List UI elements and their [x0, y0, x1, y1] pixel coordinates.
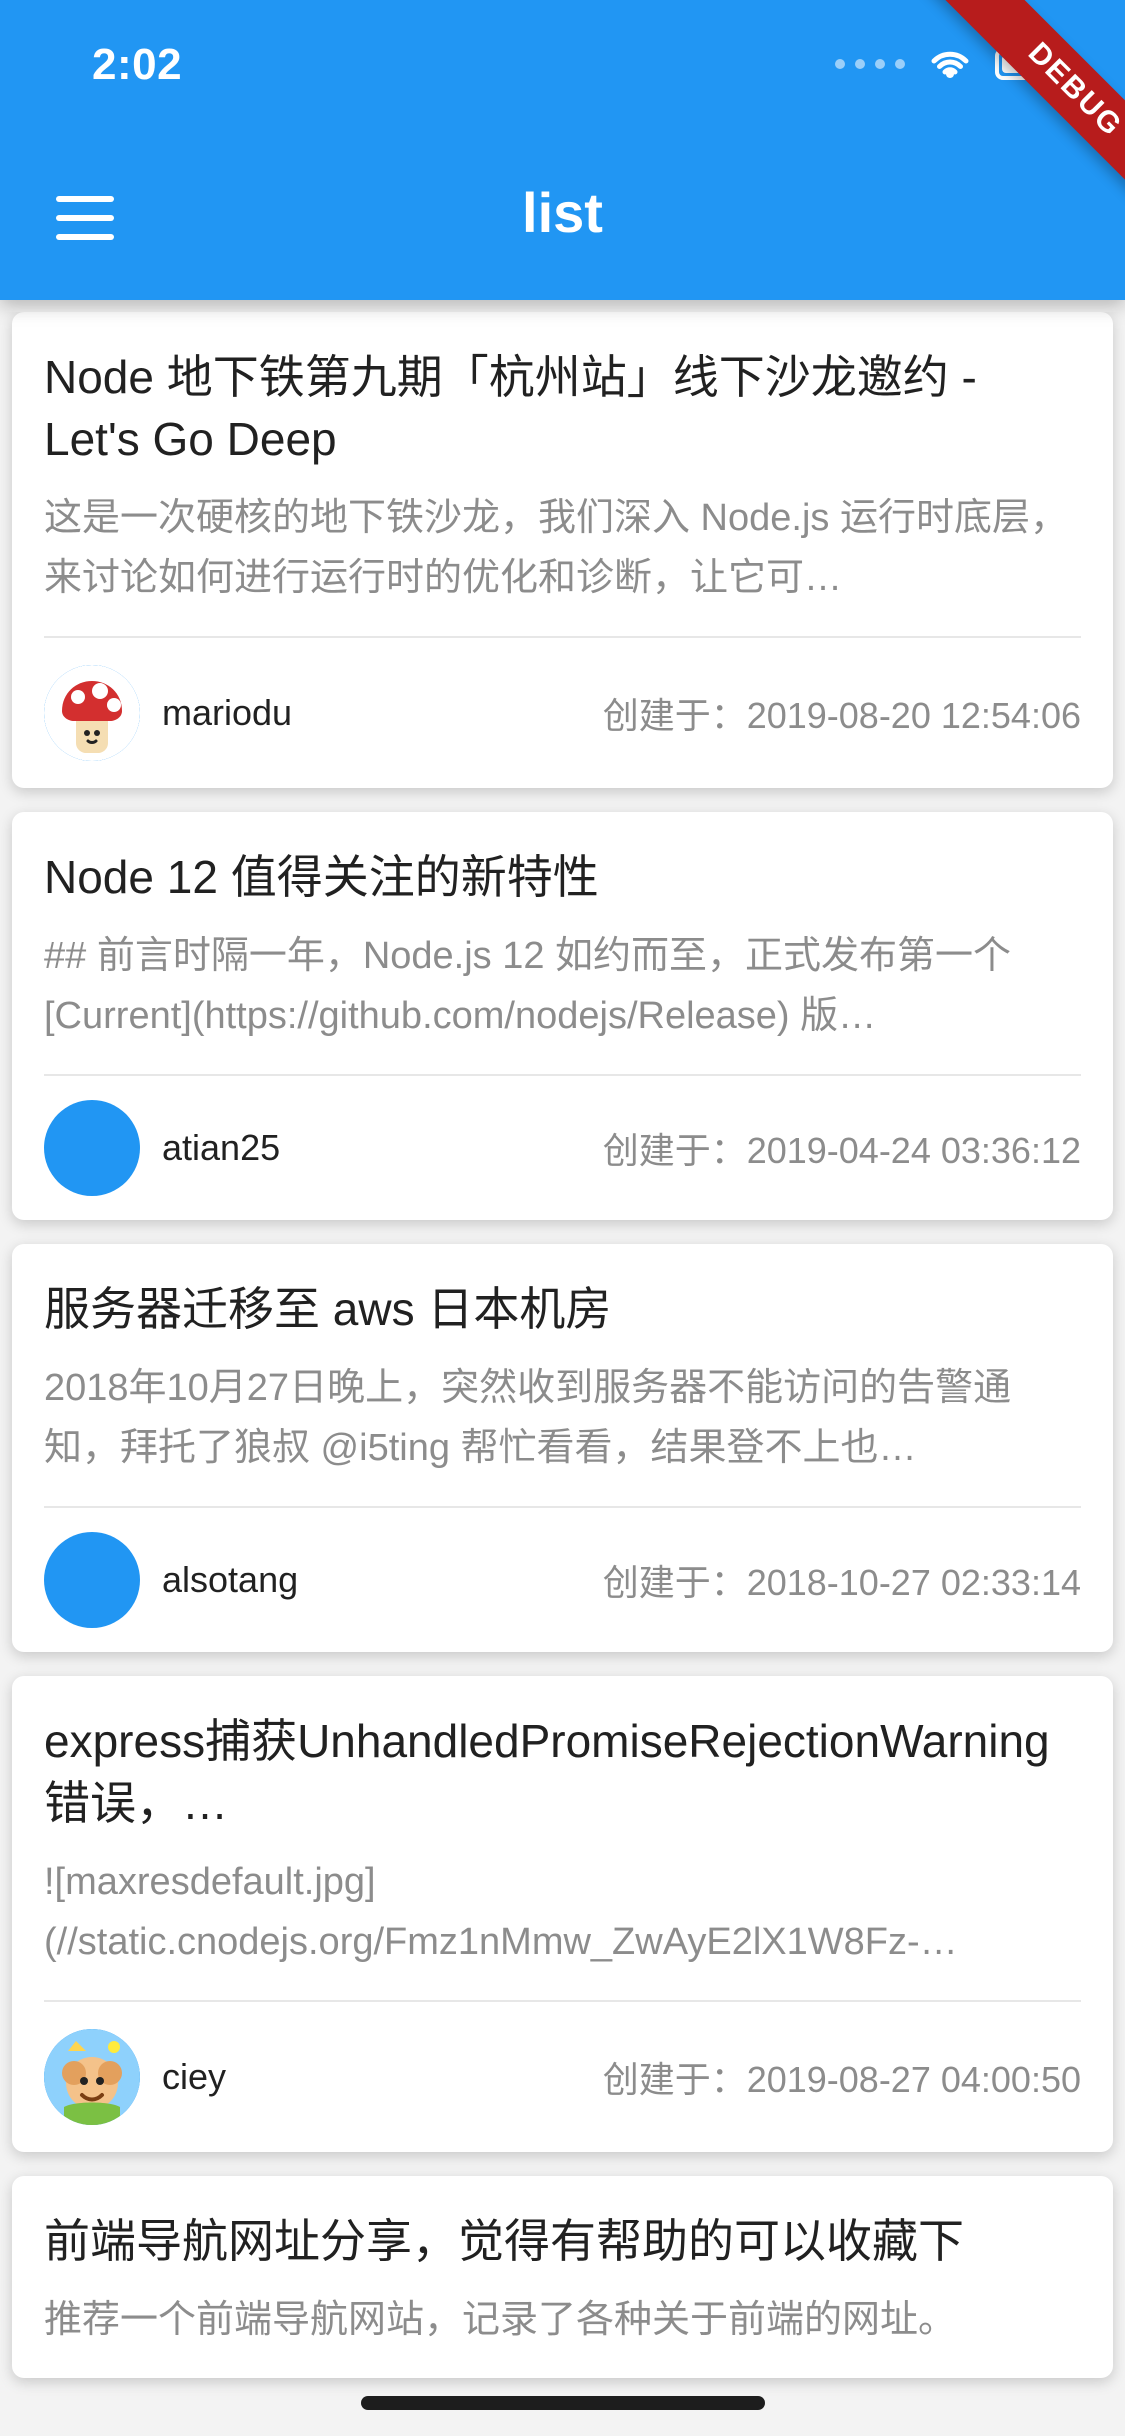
topic-card[interactable]: Node 12 值得关注的新特性 ## 前言时隔一年，Node.js 12 如约… — [12, 812, 1113, 1220]
topic-excerpt: ## 前言时隔一年，Node.js 12 如约而至，正式发布第一个 [Curre… — [44, 935, 1012, 1037]
home-indicator[interactable] — [360, 2396, 765, 2410]
topic-card[interactable]: Node 地下铁第九期「杭州站」线下沙龙邀约 - Let's Go Deep 这… — [12, 312, 1113, 788]
status-time: 2:02 — [92, 40, 183, 89]
wifi-icon — [931, 51, 969, 78]
topic-card[interactable]: express捕获UnhandledPromiseRejectionWarnin… — [12, 1676, 1113, 2152]
signal-dot — [875, 59, 885, 69]
author-info: atian25 — [44, 1100, 280, 1196]
author-info: mariodu — [44, 665, 292, 761]
author-name[interactable]: mariodu — [162, 692, 292, 734]
screen: 2:02 DEBUG list Node 地下铁第九期「杭州站」线下沙龙邀约 -… — [0, 0, 1125, 2436]
signal-dot — [855, 59, 865, 69]
created-time: 创建于：2018-10-27 02:33:14 — [602, 1562, 1081, 1603]
topic-excerpt: ![maxresdefault.jpg](//static.cnodejs.or… — [44, 1861, 920, 1963]
app-bar: list — [0, 140, 1125, 300]
topic-meta-row: mariodu 创建于：2019-08-20 12:54:06 — [44, 638, 1081, 788]
topic-card[interactable]: 服务器迁移至 aws 日本机房 2018年10月27日晚上，突然收到服务器不能访… — [12, 1244, 1113, 1652]
topic-excerpt: 推荐一个前端导航网站，记录了各种关于前端的网址。 — [44, 2299, 957, 2341]
topic-meta-row: alsotang 创建于：2018-10-27 02:33:14 — [44, 1508, 1081, 1652]
created-time: 创建于：2019-08-27 04:00:50 — [602, 2059, 1081, 2100]
cellular-signal-icon — [835, 59, 905, 69]
monkey-avatar-icon[interactable] — [44, 2029, 140, 2125]
signal-dot — [835, 59, 845, 69]
topic-meta-row: ciey 创建于：2019-08-27 04:00:50 — [44, 2002, 1081, 2152]
topic-meta-row: atian25 创建于：2019-04-24 03:36:12 — [44, 1076, 1081, 1220]
top-blue-area: 2:02 DEBUG list — [0, 0, 1125, 300]
topic-title: 服务器迁移至 aws 日本机房 — [44, 1283, 612, 1335]
topic-title: Node 地下铁第九期「杭州站」线下沙龙邀约 - Let's Go Deep — [44, 351, 977, 465]
author-info: alsotang — [44, 1532, 298, 1628]
created-time: 创建于：2019-04-24 03:36:12 — [602, 1130, 1081, 1171]
default-avatar-icon[interactable] — [44, 1532, 140, 1628]
topic-list[interactable]: Node 地下铁第九期「杭州站」线下沙龙邀约 - Let's Go Deep 这… — [0, 312, 1125, 2436]
topic-title: express捕获UnhandledPromiseRejectionWarnin… — [44, 1715, 1050, 1829]
created-time: 创建于：2019-08-20 12:54:06 — [602, 695, 1081, 736]
topic-excerpt: 这是一次硬核的地下铁沙龙，我们深入 Node.js 运行时底层，来讨论如何进行运… — [44, 497, 1068, 599]
topic-title: Node 12 值得关注的新特性 — [44, 851, 599, 903]
topic-excerpt: 2018年10月27日晚上，突然收到服务器不能访问的告警通知，拜托了狼叔 @i5… — [44, 1367, 1012, 1469]
app-bar-title: list — [522, 181, 603, 244]
status-bar: 2:02 DEBUG — [0, 0, 1125, 259]
author-name[interactable]: ciey — [162, 2056, 226, 2098]
topic-title: 前端导航网址分享，觉得有帮助的可以收藏下 — [44, 2215, 964, 2267]
default-avatar-icon[interactable] — [44, 1100, 140, 1196]
author-info: ciey — [44, 2029, 226, 2125]
mushroom-avatar-icon[interactable] — [44, 665, 140, 761]
author-name[interactable]: atian25 — [162, 1127, 280, 1169]
signal-dot — [895, 59, 905, 69]
topic-card[interactable]: 前端导航网址分享，觉得有帮助的可以收藏下 推荐一个前端导航网站，记录了各种关于前… — [12, 2176, 1113, 2378]
author-name[interactable]: alsotang — [162, 1559, 298, 1601]
